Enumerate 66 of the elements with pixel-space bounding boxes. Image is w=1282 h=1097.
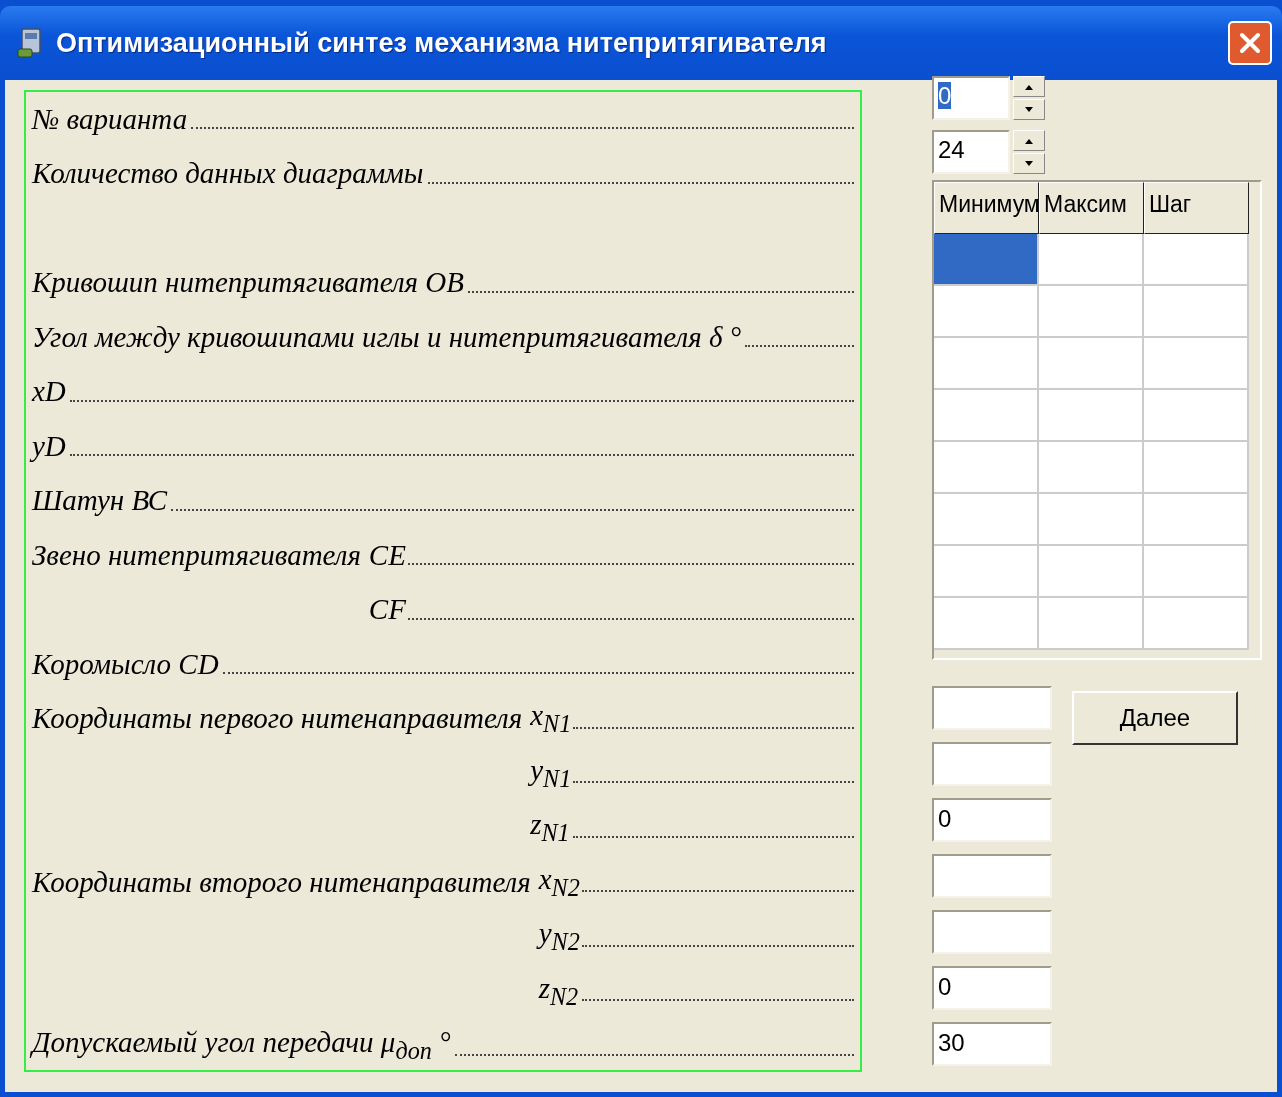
column-header[interactable]: Максим xyxy=(1039,182,1144,234)
field-label: Кривошип нитепритягивателя ОВ xyxy=(32,266,465,300)
table-cell[interactable] xyxy=(1039,442,1144,494)
table-cell[interactable] xyxy=(934,598,1039,650)
variable-label: y$_{N2}$ xyxy=(538,917,580,957)
table-cell[interactable] xyxy=(1039,338,1144,390)
variable-label: z$_{N2}$ xyxy=(538,971,580,1011)
spin-down-button[interactable] xyxy=(1013,153,1045,174)
table-cell[interactable] xyxy=(1144,234,1249,286)
table-cell[interactable] xyxy=(934,338,1039,390)
input-field[interactable]: 30 xyxy=(932,1022,1052,1066)
table-cell[interactable] xyxy=(1039,286,1144,338)
caret-up-icon xyxy=(1024,137,1034,144)
next-button[interactable]: Далее xyxy=(1072,691,1238,745)
input-field[interactable] xyxy=(932,742,1052,786)
table-cell[interactable] xyxy=(934,494,1039,546)
field-label: № варианта xyxy=(32,102,189,136)
table-cell[interactable] xyxy=(934,546,1039,598)
field-label: Коромысло CD xyxy=(32,647,220,681)
table-cell[interactable] xyxy=(934,442,1039,494)
table-cell[interactable] xyxy=(934,234,1039,286)
field-label: Координаты второго нитенаправителя xyxy=(32,865,532,899)
caret-down-icon xyxy=(1024,160,1034,167)
close-icon xyxy=(1237,30,1263,56)
number-field[interactable]: 24 xyxy=(932,130,1010,174)
field-label: Шатун ВС xyxy=(32,484,169,518)
table-cell[interactable] xyxy=(934,390,1039,442)
table-cell[interactable] xyxy=(1144,286,1249,338)
table-cell[interactable] xyxy=(1144,598,1249,650)
window-title: Оптимизационный синтез механизма нитепритягивателя xyxy=(56,27,828,59)
table-cell[interactable] xyxy=(1039,494,1144,546)
table-cell[interactable] xyxy=(1039,234,1144,286)
variable-label: x$_{N1}$ xyxy=(530,699,572,739)
caret-up-icon xyxy=(1024,83,1034,90)
field-label: Количество данных диаграммы xyxy=(32,157,425,191)
input-field[interactable] xyxy=(932,910,1052,954)
table-cell[interactable] xyxy=(1144,390,1249,442)
field-label: Звено нитепритягивателя xyxy=(32,538,362,572)
table-cell[interactable] xyxy=(1039,390,1144,442)
input-field[interactable]: 0 xyxy=(932,966,1052,1010)
table-cell[interactable] xyxy=(1039,598,1144,650)
table-cell[interactable] xyxy=(1144,338,1249,390)
field-label: xD xyxy=(32,375,67,409)
spin-up-button[interactable] xyxy=(1013,130,1045,151)
table-cell[interactable] xyxy=(1144,546,1249,598)
input-field[interactable] xyxy=(932,854,1052,898)
spin-down-button[interactable] xyxy=(1013,99,1045,120)
caret-down-icon xyxy=(1024,106,1034,113)
column-header[interactable]: Минимум xyxy=(934,182,1039,234)
field-label: Координаты первого нитенаправителя xyxy=(32,702,524,736)
input-field[interactable] xyxy=(932,686,1052,730)
spin-up-button[interactable] xyxy=(1013,76,1045,97)
field-label: Угол между кривошипами иглы и нитепритягивателя δ ° xyxy=(32,320,743,354)
table-cell[interactable] xyxy=(1039,546,1144,598)
number-field[interactable]: 0 xyxy=(932,76,1010,120)
close-button[interactable] xyxy=(1228,21,1272,65)
table-cell[interactable] xyxy=(1144,494,1249,546)
variable-label: CE xyxy=(368,538,406,572)
variable-label: x$_{N2}$ xyxy=(538,862,580,902)
variable-label: y$_{N1}$ xyxy=(530,753,572,793)
variable-label: z$_{N1}$ xyxy=(530,808,571,848)
table-cell[interactable] xyxy=(934,286,1039,338)
table-cell[interactable] xyxy=(1144,442,1249,494)
column-header[interactable]: Шаг xyxy=(1144,182,1249,234)
input-field[interactable]: 0 xyxy=(932,798,1052,842)
variable-label: CF xyxy=(368,593,406,627)
